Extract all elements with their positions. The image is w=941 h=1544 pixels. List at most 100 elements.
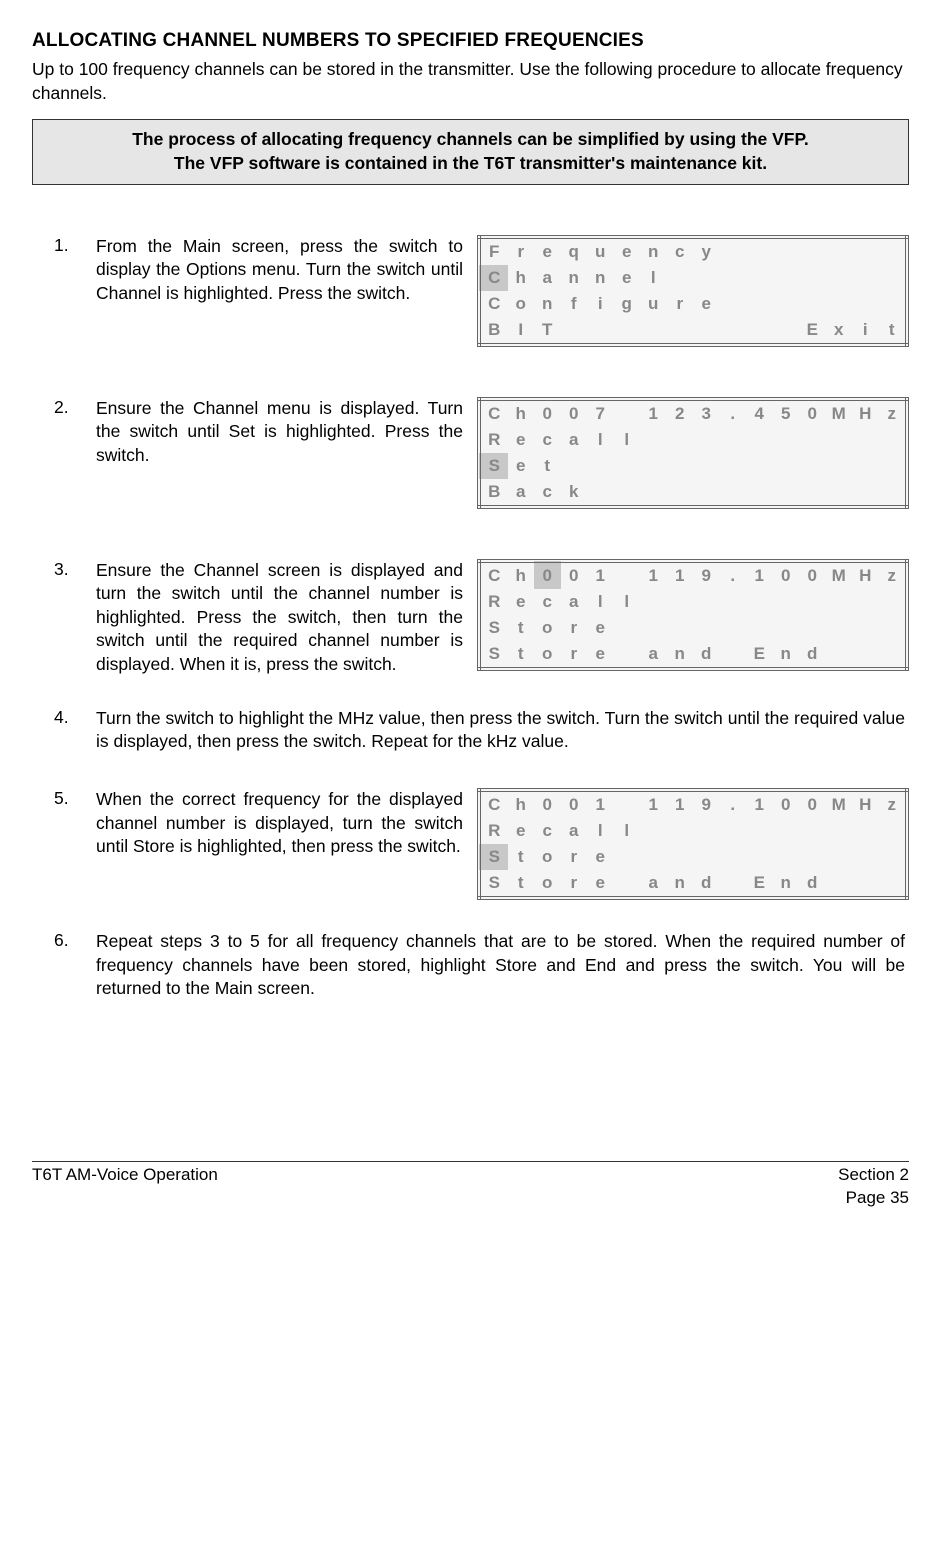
lcd-cell: E [799,317,826,345]
lcd-screen-3: Ch001119.100MHzRecallStoreStoreandEnd [477,559,909,671]
step-5-text: When the correct frequency for the displ… [96,788,467,859]
lcd-screen-1: FrequencyChannelConfigureBITExit [477,235,909,347]
lcd-cell [640,317,667,345]
lcd-cell: 1 [667,790,694,818]
lcd-cell: c [534,479,561,507]
lcd-cell: t [534,453,561,479]
lcd-cell [587,317,614,345]
lcd-cell: n [773,641,800,669]
lcd-cell: x [826,317,853,345]
lcd-cell [773,615,800,641]
lcd-cell: S [479,615,508,641]
lcd-cell: y [693,237,720,265]
lcd-cell: M [826,790,853,818]
lcd-cell: l [587,589,614,615]
lcd-cell [799,615,826,641]
lcd-cell: n [640,237,667,265]
step-3-text: Ensure the Channel screen is displayed a… [96,559,467,677]
lcd-cell [746,265,773,291]
lcd-cell: l [614,818,641,844]
lcd-cell: S [479,453,508,479]
lcd-cell: r [561,641,588,669]
lcd-cell: 0 [561,399,588,427]
lcd-screen-2: Ch007123.450MHzRecallSetBack [477,397,909,509]
lcd-cell: u [587,237,614,265]
lcd-cell: u [640,291,667,317]
page-footer: T6T AM-Voice Operation Section 2 Page 35 [32,1164,909,1210]
lcd-cell [852,427,879,453]
lcd-cell [852,870,879,898]
lcd-cell [799,453,826,479]
lcd-cell [879,479,908,507]
lcd-cell [799,291,826,317]
lcd-cell [561,317,588,345]
lcd-cell: R [479,818,508,844]
lcd-cell [667,844,694,870]
lcd-cell: l [640,265,667,291]
step-5-number: 5. [32,788,88,809]
lcd-cell: S [479,844,508,870]
lcd-cell [640,453,667,479]
lcd-cell: 2 [667,399,694,427]
lcd-cell: l [587,818,614,844]
lcd-cell [640,589,667,615]
lcd-cell: e [693,291,720,317]
lcd-cell: t [508,870,535,898]
lcd-cell: z [879,399,908,427]
footer-section: Section 2 [838,1165,909,1184]
lcd-cell: 9 [693,790,720,818]
lcd-cell: e [614,265,641,291]
lcd-cell [852,818,879,844]
lcd-cell: 0 [773,561,800,589]
lcd-cell [720,844,747,870]
note-line-2: The VFP software is contained in the T6T… [174,153,767,173]
note-box: The process of allocating frequency chan… [32,119,909,184]
lcd-cell: . [720,561,747,589]
lcd-cell: C [479,265,508,291]
lcd-cell [746,844,773,870]
lcd-cell [693,818,720,844]
lcd-cell: f [561,291,588,317]
lcd-cell [826,615,853,641]
lcd-cell: e [534,237,561,265]
lcd-cell: H [852,561,879,589]
lcd-cell [799,479,826,507]
lcd-cell [640,818,667,844]
lcd-cell [826,427,853,453]
lcd-cell [693,589,720,615]
lcd-cell [720,237,747,265]
lcd-cell: r [561,615,588,641]
lcd-cell: l [587,427,614,453]
lcd-cell: l [614,589,641,615]
lcd-cell [720,615,747,641]
lcd-cell: i [587,291,614,317]
lcd-cell: t [508,641,535,669]
lcd-cell: H [852,790,879,818]
lcd-cell: M [826,561,853,589]
lcd-cell: e [614,237,641,265]
lcd-cell: h [508,790,535,818]
lcd-cell [879,291,908,317]
lcd-cell [773,844,800,870]
lcd-cell: o [534,615,561,641]
lcd-cell: 1 [587,561,614,589]
lcd-cell [614,399,641,427]
lcd-cell [640,427,667,453]
intro-text: Up to 100 frequency channels can be stor… [32,58,909,105]
lcd-cell: E [746,641,773,669]
lcd-cell: 1 [640,399,667,427]
lcd-cell: B [479,479,508,507]
step-5: 5. When the correct frequency for the di… [32,788,909,900]
lcd-cell: 9 [693,561,720,589]
lcd-cell [720,641,747,669]
step-6-number: 6. [32,930,88,951]
lcd-cell: . [720,399,747,427]
step-2: 2. Ensure the Channel menu is displayed.… [32,397,909,509]
lcd-cell: 0 [799,399,826,427]
lcd-cell [720,265,747,291]
lcd-cell [746,291,773,317]
lcd-cell [667,317,694,345]
lcd-cell: 1 [667,561,694,589]
lcd-cell [746,818,773,844]
lcd-cell: M [826,399,853,427]
